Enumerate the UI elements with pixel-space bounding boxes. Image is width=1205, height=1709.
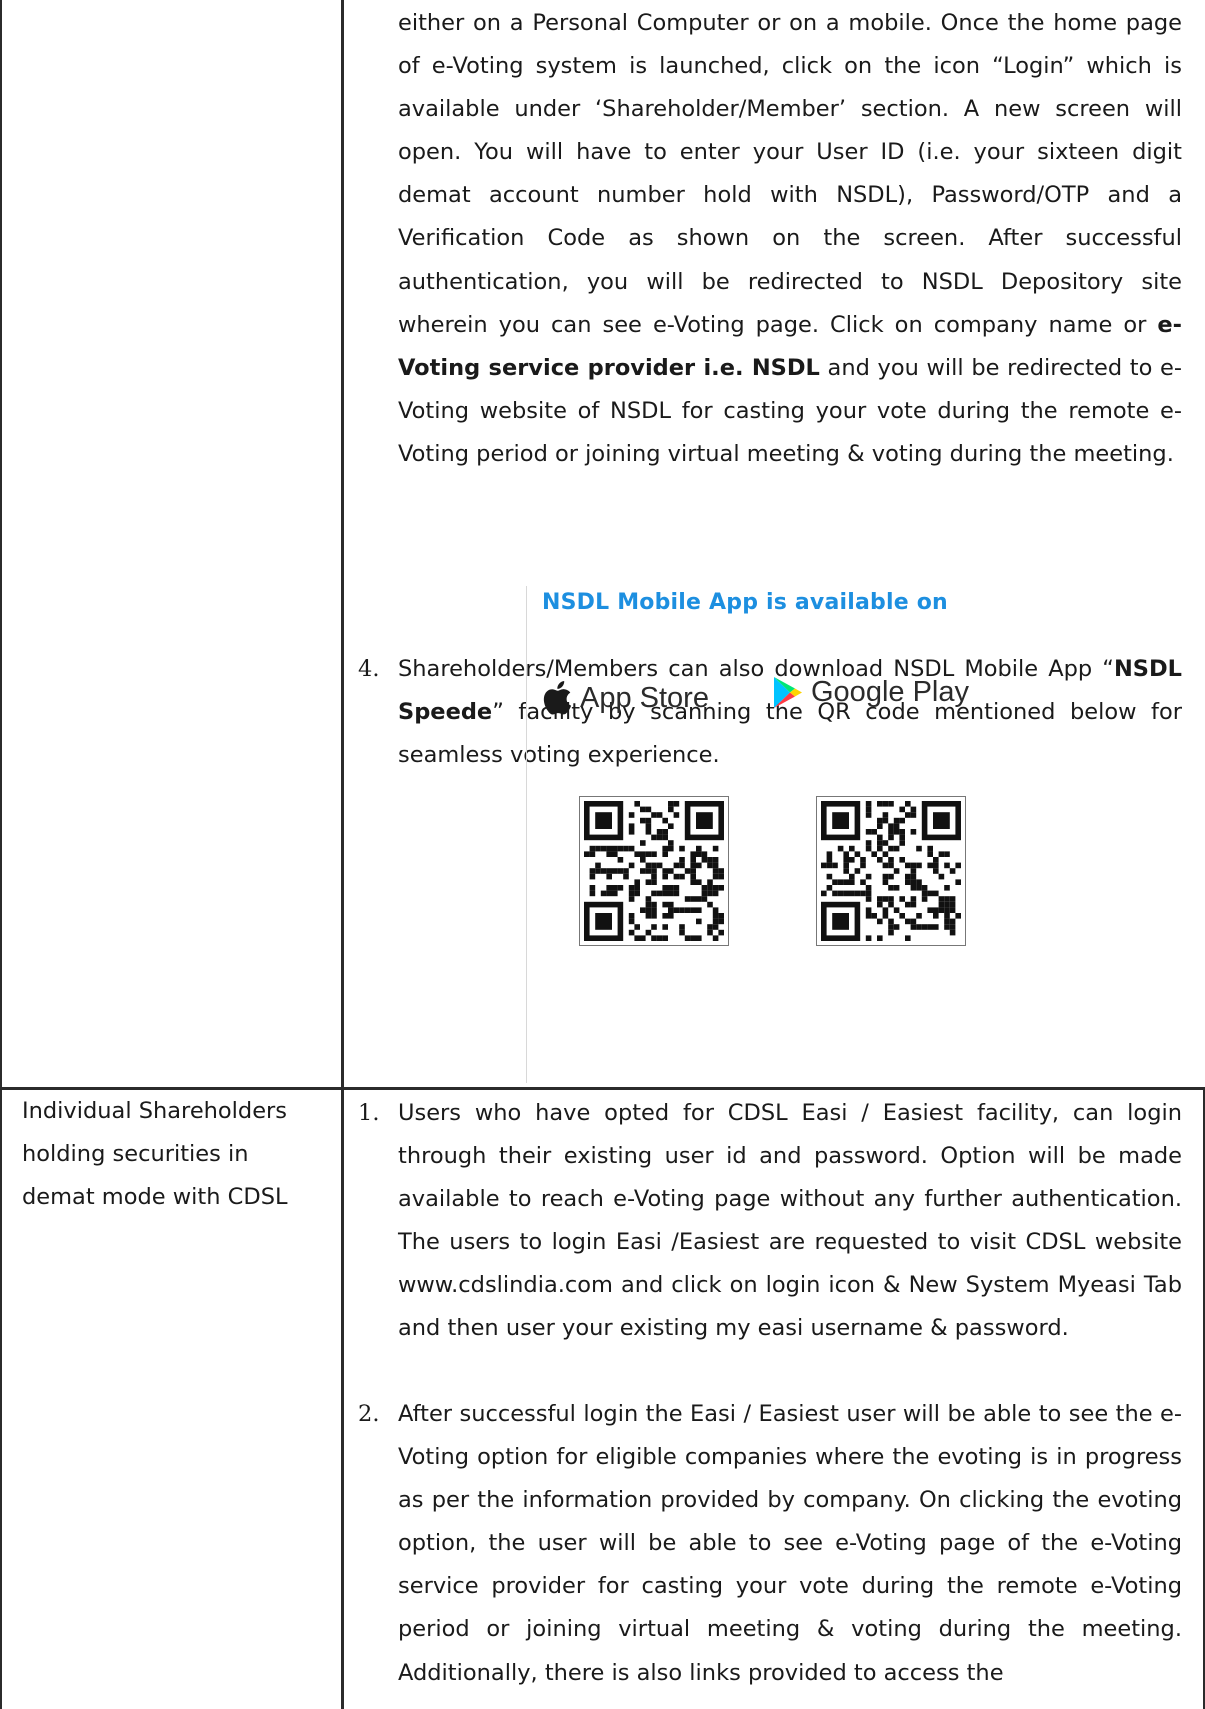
app-store-badge[interactable]: App Store (542, 680, 709, 716)
qr-code-icon (584, 801, 724, 941)
table-left-border (0, 0, 2, 1709)
nsdl-step-4-number: 4. (358, 656, 380, 682)
qr-code-icon (821, 801, 961, 941)
table-column-divider (341, 0, 344, 1709)
google-play-logo-icon (774, 677, 802, 708)
cdsl-step-1-number: 1. (358, 1100, 380, 1126)
cdsl-step-2-text: After successful login the Easi / Easies… (398, 1401, 1182, 1686)
cdsl-step-1-text: Users who have opted for CDSL Easi / Eas… (398, 1100, 1182, 1342)
google-play-badge[interactable]: Google Play (773, 676, 969, 709)
promo-divider (526, 586, 527, 1083)
nsdl-step-3-continued: either on a Personal Computer or on a mo… (398, 10, 1182, 467)
app-store-label: App Store (580, 681, 709, 714)
cdsl-row-label: Individual Shareholders holding securiti… (22, 1098, 288, 1211)
apple-logo-icon (543, 681, 572, 715)
google-play-qr-code (816, 796, 966, 946)
app-store-qr-code (579, 796, 729, 946)
cdsl-step-2-number: 2. (358, 1401, 380, 1427)
nsdl-mobile-app-promo: NSDL Mobile App is available on App Stor… (526, 586, 1026, 1083)
google-play-label: Google Play (811, 676, 969, 708)
promo-title: NSDL Mobile App is available on (542, 590, 948, 615)
